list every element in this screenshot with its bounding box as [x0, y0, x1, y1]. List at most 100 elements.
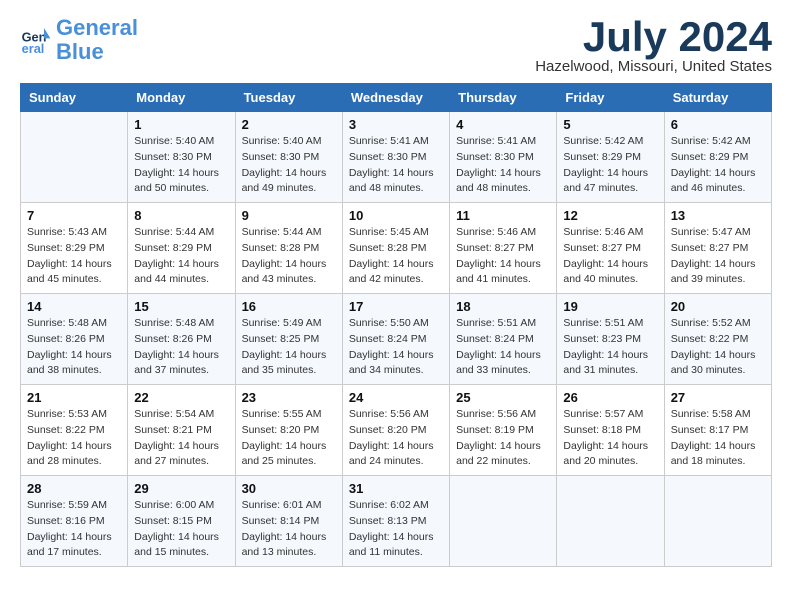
day-cell: 31 Sunrise: 6:02 AMSunset: 8:13 PMDayligh… [342, 476, 449, 567]
day-info: Sunrise: 5:58 AMSunset: 8:17 PMDaylight:… [671, 407, 765, 470]
day-info: Sunrise: 5:42 AMSunset: 8:29 PMDaylight:… [671, 134, 765, 197]
day-cell: 2 Sunrise: 5:40 AMSunset: 8:30 PMDaylight… [235, 112, 342, 203]
header-cell-tuesday: Tuesday [235, 84, 342, 112]
day-cell: 3 Sunrise: 5:41 AMSunset: 8:30 PMDaylight… [342, 112, 449, 203]
header-cell-sunday: Sunday [21, 84, 128, 112]
day-cell: 30 Sunrise: 6:01 AMSunset: 8:14 PMDayligh… [235, 476, 342, 567]
day-info: Sunrise: 5:48 AMSunset: 8:26 PMDaylight:… [27, 316, 121, 379]
day-info: Sunrise: 6:02 AMSunset: 8:13 PMDaylight:… [349, 498, 443, 561]
day-info: Sunrise: 5:51 AMSunset: 8:23 PMDaylight:… [563, 316, 657, 379]
day-number: 19 [563, 299, 657, 314]
day-cell: 8 Sunrise: 5:44 AMSunset: 8:29 PMDaylight… [128, 203, 235, 294]
day-cell [21, 112, 128, 203]
day-cell: 4 Sunrise: 5:41 AMSunset: 8:30 PMDaylight… [450, 112, 557, 203]
day-number: 31 [349, 481, 443, 496]
day-info: Sunrise: 5:45 AMSunset: 8:28 PMDaylight:… [349, 225, 443, 288]
day-info: Sunrise: 6:00 AMSunset: 8:15 PMDaylight:… [134, 498, 228, 561]
day-cell: 22 Sunrise: 5:54 AMSunset: 8:21 PMDayligh… [128, 385, 235, 476]
day-cell: 25Sunrise: 5:56 AMSunset: 8:19 PMDayligh… [450, 385, 557, 476]
day-cell: 23Sunrise: 5:55 AMSunset: 8:20 PMDayligh… [235, 385, 342, 476]
page-header: Gen eral GeneralBlue July 2024 Hazelwood… [20, 16, 772, 75]
header-cell-monday: Monday [128, 84, 235, 112]
day-number: 28 [27, 481, 121, 496]
day-info: Sunrise: 5:40 AMSunset: 8:30 PMDaylight:… [242, 134, 336, 197]
location: Hazelwood, Missouri, United States [535, 58, 772, 75]
day-cell: 28 Sunrise: 5:59 AMSunset: 8:16 PMDayligh… [21, 476, 128, 567]
day-info: Sunrise: 5:50 AMSunset: 8:24 PMDaylight:… [349, 316, 443, 379]
day-info: Sunrise: 5:40 AMSunset: 8:30 PMDaylight:… [134, 134, 228, 197]
day-number: 7 [27, 208, 121, 223]
day-cell: 27 Sunrise: 5:58 AMSunset: 8:17 PMDayligh… [664, 385, 771, 476]
header-row: SundayMondayTuesdayWednesdayThursdayFrid… [21, 84, 772, 112]
day-info: Sunrise: 5:48 AMSunset: 8:26 PMDaylight:… [134, 316, 228, 379]
day-number: 10 [349, 208, 443, 223]
day-number: 17 [349, 299, 443, 314]
day-cell: 5 Sunrise: 5:42 AMSunset: 8:29 PMDaylight… [557, 112, 664, 203]
logo-icon: Gen eral [20, 24, 52, 56]
day-number: 8 [134, 208, 228, 223]
day-info: Sunrise: 5:44 AMSunset: 8:29 PMDaylight:… [134, 225, 228, 288]
day-number: 22 [134, 390, 228, 405]
day-info: Sunrise: 5:56 AMSunset: 8:19 PMDaylight:… [456, 407, 550, 470]
calendar-table: SundayMondayTuesdayWednesdayThursdayFrid… [20, 83, 772, 567]
day-info: Sunrise: 5:44 AMSunset: 8:28 PMDaylight:… [242, 225, 336, 288]
day-number: 30 [242, 481, 336, 496]
day-info: Sunrise: 6:01 AMSunset: 8:14 PMDaylight:… [242, 498, 336, 561]
day-info: Sunrise: 5:54 AMSunset: 8:21 PMDaylight:… [134, 407, 228, 470]
day-cell: 20Sunrise: 5:52 AMSunset: 8:22 PMDayligh… [664, 294, 771, 385]
week-row-3: 14 Sunrise: 5:48 AMSunset: 8:26 PMDayligh… [21, 294, 772, 385]
day-info: Sunrise: 5:51 AMSunset: 8:24 PMDaylight:… [456, 316, 550, 379]
day-number: 6 [671, 117, 765, 132]
day-number: 1 [134, 117, 228, 132]
day-number: 3 [349, 117, 443, 132]
day-number: 18 [456, 299, 550, 314]
day-cell: 19 Sunrise: 5:51 AMSunset: 8:23 PMDayligh… [557, 294, 664, 385]
day-number: 29 [134, 481, 228, 496]
day-cell: 18 Sunrise: 5:51 AMSunset: 8:24 PMDayligh… [450, 294, 557, 385]
day-info: Sunrise: 5:46 AMSunset: 8:27 PMDaylight:… [456, 225, 550, 288]
day-number: 5 [563, 117, 657, 132]
day-number: 14 [27, 299, 121, 314]
week-row-4: 21Sunrise: 5:53 AMSunset: 8:22 PMDayligh… [21, 385, 772, 476]
day-number: 16 [242, 299, 336, 314]
day-cell [664, 476, 771, 567]
day-cell: 12 Sunrise: 5:46 AMSunset: 8:27 PMDayligh… [557, 203, 664, 294]
day-info: Sunrise: 5:59 AMSunset: 8:16 PMDaylight:… [27, 498, 121, 561]
day-info: Sunrise: 5:56 AMSunset: 8:20 PMDaylight:… [349, 407, 443, 470]
day-number: 11 [456, 208, 550, 223]
day-number: 24 [349, 390, 443, 405]
day-info: Sunrise: 5:41 AMSunset: 8:30 PMDaylight:… [349, 134, 443, 197]
day-info: Sunrise: 5:49 AMSunset: 8:25 PMDaylight:… [242, 316, 336, 379]
week-row-5: 28 Sunrise: 5:59 AMSunset: 8:16 PMDayligh… [21, 476, 772, 567]
day-cell: 29 Sunrise: 6:00 AMSunset: 8:15 PMDayligh… [128, 476, 235, 567]
week-row-1: 1 Sunrise: 5:40 AMSunset: 8:30 PMDaylight… [21, 112, 772, 203]
week-row-2: 7 Sunrise: 5:43 AMSunset: 8:29 PMDaylight… [21, 203, 772, 294]
day-cell: 1 Sunrise: 5:40 AMSunset: 8:30 PMDaylight… [128, 112, 235, 203]
day-info: Sunrise: 5:53 AMSunset: 8:22 PMDaylight:… [27, 407, 121, 470]
header-cell-wednesday: Wednesday [342, 84, 449, 112]
day-cell: 21Sunrise: 5:53 AMSunset: 8:22 PMDayligh… [21, 385, 128, 476]
day-info: Sunrise: 5:41 AMSunset: 8:30 PMDaylight:… [456, 134, 550, 197]
day-number: 15 [134, 299, 228, 314]
day-number: 2 [242, 117, 336, 132]
day-cell: 11 Sunrise: 5:46 AMSunset: 8:27 PMDayligh… [450, 203, 557, 294]
day-info: Sunrise: 5:42 AMSunset: 8:29 PMDaylight:… [563, 134, 657, 197]
day-cell: 17 Sunrise: 5:50 AMSunset: 8:24 PMDayligh… [342, 294, 449, 385]
day-info: Sunrise: 5:52 AMSunset: 8:22 PMDaylight:… [671, 316, 765, 379]
day-number: 12 [563, 208, 657, 223]
day-cell [450, 476, 557, 567]
day-info: Sunrise: 5:47 AMSunset: 8:27 PMDaylight:… [671, 225, 765, 288]
day-info: Sunrise: 5:46 AMSunset: 8:27 PMDaylight:… [563, 225, 657, 288]
day-number: 9 [242, 208, 336, 223]
day-number: 26 [563, 390, 657, 405]
title-block: July 2024 Hazelwood, Missouri, United St… [535, 16, 772, 75]
day-info: Sunrise: 5:43 AMSunset: 8:29 PMDaylight:… [27, 225, 121, 288]
day-number: 4 [456, 117, 550, 132]
day-cell: 7 Sunrise: 5:43 AMSunset: 8:29 PMDaylight… [21, 203, 128, 294]
header-cell-friday: Friday [557, 84, 664, 112]
header-cell-thursday: Thursday [450, 84, 557, 112]
svg-text:eral: eral [22, 41, 45, 56]
day-number: 27 [671, 390, 765, 405]
logo: Gen eral GeneralBlue [20, 16, 138, 64]
day-cell [557, 476, 664, 567]
